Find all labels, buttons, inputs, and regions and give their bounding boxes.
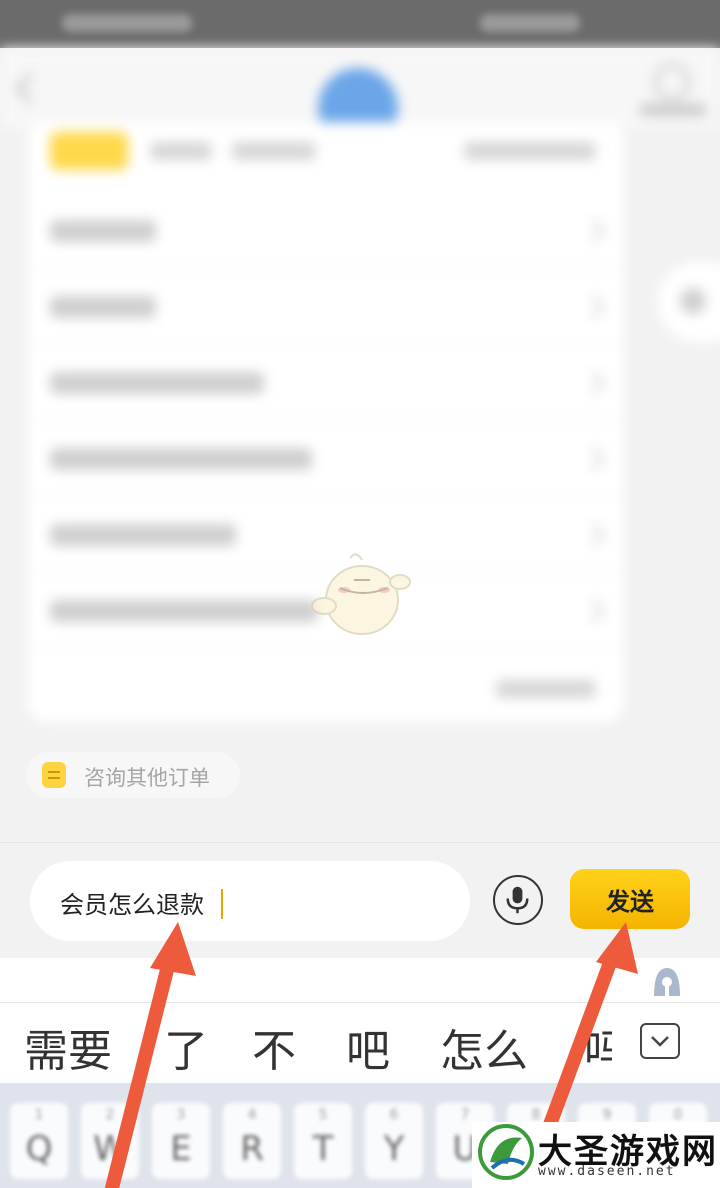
key-number: 7 <box>460 1107 470 1123</box>
side-shortcut[interactable] <box>658 262 720 342</box>
key-letter: R <box>240 1129 264 1169</box>
phone-icon <box>680 288 706 314</box>
faq-row-text <box>50 448 312 470</box>
key-number: 5 <box>318 1107 328 1123</box>
message-input[interactable]: 会员怎么退款 <box>30 861 470 941</box>
key-number: 8 <box>531 1107 541 1123</box>
refresh-link[interactable] <box>496 680 596 698</box>
candidate-item[interactable]: 不 <box>252 1015 296 1079</box>
voice-input-button[interactable] <box>493 875 543 925</box>
key-number: 2 <box>105 1107 115 1123</box>
status-bar <box>0 0 720 48</box>
watermark-url: www.daseen.net <box>538 1164 676 1179</box>
faq-row-text <box>50 296 156 318</box>
key[interactable]: 1Q <box>10 1103 68 1179</box>
chat-input-bar: 会员怎么退款 发送 <box>0 842 720 959</box>
chevron-right-icon <box>581 370 606 395</box>
status-right-blur <box>480 14 580 32</box>
menu-label <box>640 104 706 116</box>
chevron-right-icon <box>581 218 606 243</box>
category-pill[interactable] <box>232 142 316 160</box>
key-number: 6 <box>389 1107 399 1123</box>
text-caret <box>221 889 223 919</box>
faq-row[interactable] <box>28 344 624 421</box>
key-letter: W <box>93 1129 127 1169</box>
status-left-blur <box>62 14 192 32</box>
key[interactable]: 6Y <box>365 1103 423 1179</box>
key-letter: Y <box>383 1129 405 1169</box>
keyboard-toolbar <box>0 958 720 1003</box>
faq-row-text <box>50 600 318 622</box>
keyboard-assistant-icon[interactable] <box>650 966 684 996</box>
candidate-item[interactable]: 怎么 <box>440 1015 528 1079</box>
site-logo-icon <box>478 1124 534 1180</box>
faq-row[interactable] <box>28 268 624 345</box>
key-number: 1 <box>34 1107 44 1123</box>
candidate-item[interactable]: 需要 <box>24 1015 112 1079</box>
category-pill[interactable] <box>150 142 212 160</box>
send-button[interactable]: 发送 <box>570 869 690 929</box>
key-number: 9 <box>602 1107 612 1123</box>
faq-row-text <box>50 524 236 546</box>
microphone-icon <box>506 886 529 914</box>
key-letter: E <box>170 1129 192 1169</box>
key-number: 0 <box>673 1107 683 1123</box>
chevron-right-icon <box>581 522 606 547</box>
consult-other-order-label: 咨询其他订单 <box>84 766 210 790</box>
category-pill[interactable] <box>464 142 596 160</box>
consult-other-order-button[interactable]: 咨询其他订单 <box>26 752 240 798</box>
key-letter: Q <box>25 1129 53 1169</box>
key[interactable]: 5T <box>294 1103 352 1179</box>
faq-row-text <box>50 220 156 242</box>
faq-row[interactable] <box>28 420 624 497</box>
key-letter: T <box>312 1129 334 1169</box>
back-icon[interactable] <box>15 73 46 104</box>
chat-header <box>0 48 720 148</box>
order-list-icon <box>42 762 66 788</box>
category-tag[interactable] <box>50 132 128 170</box>
candidate-item[interactable]: 了 <box>164 1015 208 1079</box>
candidate-item[interactable]: 吧 <box>346 1015 390 1079</box>
mascot-watermark-icon <box>311 553 411 635</box>
key[interactable]: 4R <box>223 1103 281 1179</box>
faq-row-text <box>50 372 264 394</box>
key-number: 4 <box>247 1107 257 1123</box>
chevron-right-icon <box>581 294 606 319</box>
key-number: 3 <box>176 1107 186 1123</box>
site-watermark: 大圣游戏网 www.daseen.net <box>472 1122 720 1188</box>
candidate-item[interactable]: 吗 <box>584 1015 612 1079</box>
keyboard-collapse-icon[interactable] <box>640 1023 680 1059</box>
key[interactable]: 2W <box>81 1103 139 1179</box>
message-input-value: 会员怎么退款 <box>60 891 204 919</box>
key[interactable]: 3E <box>152 1103 210 1179</box>
chevron-right-icon <box>581 598 606 623</box>
menu-icon[interactable] <box>654 64 690 100</box>
ime-candidate-bar: 需要 了 不 吧 怎么 吗 <box>0 1003 720 1083</box>
chevron-right-icon <box>581 446 606 471</box>
faq-row[interactable] <box>28 192 624 269</box>
